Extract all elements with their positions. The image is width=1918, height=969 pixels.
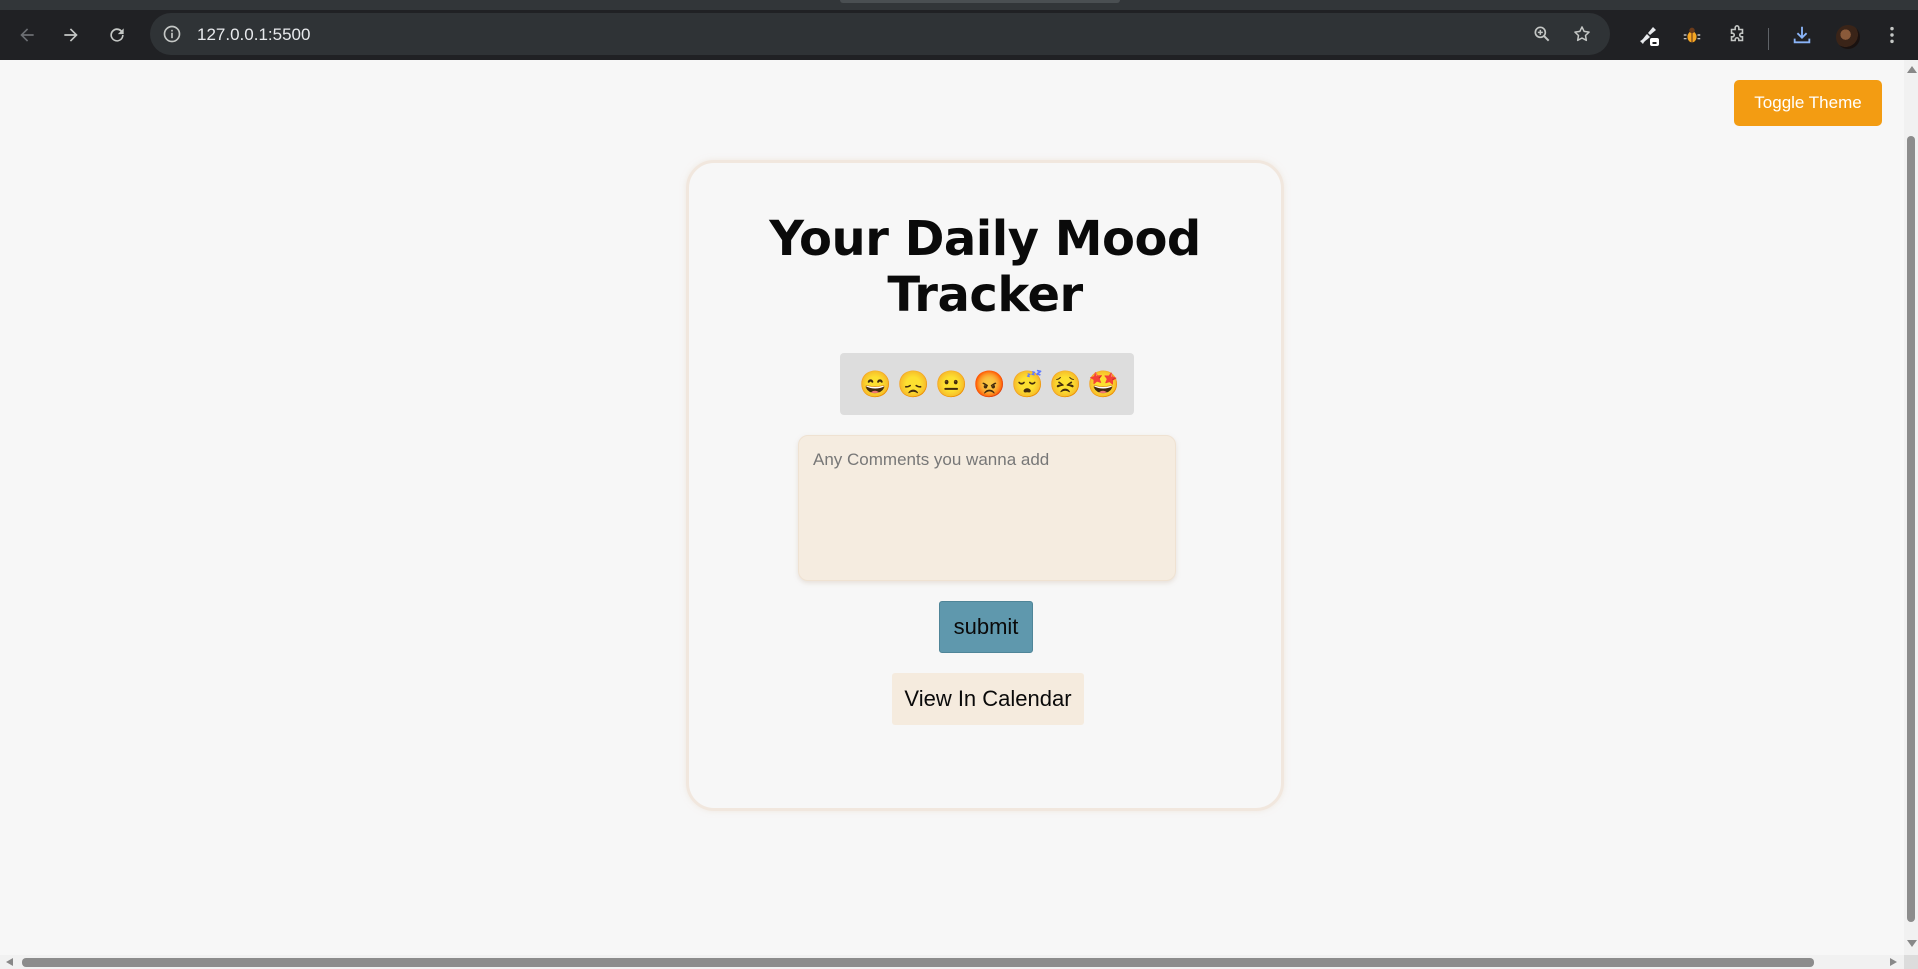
mood-angry-emoji[interactable]: 😡 — [973, 370, 1005, 398]
mood-tracker-card: Your Daily Mood Tracker 😄 😞 😐 😡 😴 😣 🤩 su… — [686, 160, 1284, 811]
vertical-scrollbar[interactable] — [1904, 60, 1918, 955]
url-text[interactable]: 127.0.0.1:5500 — [197, 25, 310, 45]
mood-neutral-emoji[interactable]: 😐 — [935, 370, 967, 398]
address-bar[interactable]: 127.0.0.1:5500 — [150, 13, 1610, 55]
vertical-scroll-thumb[interactable] — [1907, 136, 1915, 922]
mood-selector: 😄 😞 😐 😡 😴 😣 🤩 — [840, 353, 1134, 415]
mood-happy-emoji[interactable]: 😄 — [859, 370, 891, 398]
tab-indicator — [840, 0, 1120, 3]
reload-icon — [110, 28, 124, 42]
mood-starstruck-emoji[interactable]: 🤩 — [1087, 370, 1119, 398]
extension-paint-icon[interactable] — [1636, 23, 1660, 47]
zoom-icon[interactable] — [1532, 24, 1552, 44]
download-icon[interactable] — [1790, 23, 1814, 47]
mood-sleepy-emoji[interactable]: 😴 — [1011, 370, 1043, 398]
back-button[interactable] — [12, 20, 42, 50]
arrow-right-icon — [64, 28, 78, 42]
mood-sad-emoji[interactable]: 😞 — [897, 370, 929, 398]
arrow-left-icon — [20, 28, 34, 42]
extension-bug-icon[interactable] — [1680, 23, 1704, 47]
window-top-strip — [0, 0, 1918, 10]
browser-toolbar: 127.0.0.1:5500 — [0, 10, 1918, 60]
scroll-down-arrow-icon[interactable] — [1907, 940, 1917, 947]
view-calendar-button[interactable]: View In Calendar — [892, 673, 1084, 725]
toggle-theme-button[interactable]: Toggle Theme — [1734, 80, 1882, 126]
comment-input[interactable] — [798, 435, 1176, 581]
bookmark-star-icon[interactable] — [1572, 24, 1592, 44]
scroll-up-arrow-icon[interactable] — [1907, 66, 1917, 73]
submit-button[interactable]: submit — [939, 601, 1033, 653]
page-title: Your Daily Mood Tracker — [769, 211, 1201, 323]
mood-sick-emoji[interactable]: 😣 — [1049, 370, 1081, 398]
scroll-left-arrow-icon[interactable] — [6, 958, 13, 966]
extensions-puzzle-icon[interactable] — [1725, 23, 1749, 47]
forward-button[interactable] — [56, 20, 86, 50]
horizontal-scroll-thumb[interactable] — [22, 958, 1814, 967]
scrollbar-corner — [1904, 955, 1918, 969]
site-info-icon[interactable] — [162, 24, 182, 44]
toolbar-separator — [1768, 28, 1769, 50]
browser-menu-icon[interactable] — [1880, 23, 1904, 47]
reload-button[interactable] — [102, 20, 132, 50]
profile-avatar[interactable] — [1836, 25, 1860, 49]
page-viewport: Toggle Theme Your Daily Mood Tracker 😄 😞… — [0, 60, 1904, 955]
horizontal-scrollbar[interactable] — [0, 955, 1904, 969]
scroll-right-arrow-icon[interactable] — [1890, 958, 1897, 966]
